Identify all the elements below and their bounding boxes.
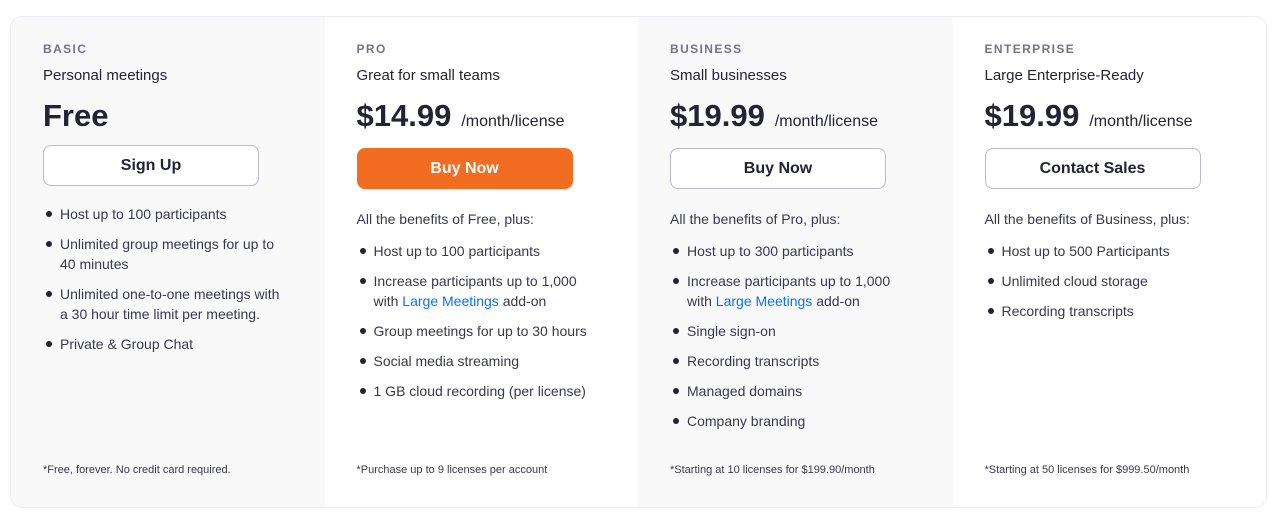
feature-list: Host up to 500 Participants Unlimited cl… bbox=[985, 241, 1235, 321]
bullet-icon bbox=[46, 241, 52, 247]
feature-item: Host up to 500 Participants bbox=[985, 241, 1225, 261]
price-row: $14.99 /month/license bbox=[357, 94, 607, 138]
buy-now-button[interactable]: Buy Now bbox=[670, 148, 886, 189]
feature-item: Increase participants up to 1,000 with L… bbox=[357, 271, 597, 311]
plan-tier-label: BUSINESS bbox=[670, 42, 743, 56]
feature-item: Unlimited cloud storage bbox=[985, 271, 1225, 291]
plan-price: $19.99 bbox=[984, 98, 1080, 133]
plan-subtitle: Great for small teams bbox=[356, 67, 500, 84]
bullet-icon bbox=[673, 358, 679, 364]
plan-subtitle: Small businesses bbox=[670, 67, 787, 84]
price-period: /month/license bbox=[1089, 113, 1193, 130]
feature-item: Single sign-on bbox=[670, 321, 910, 341]
bullet-icon bbox=[673, 418, 679, 424]
bullet-icon bbox=[46, 291, 52, 297]
buy-now-button[interactable]: Buy Now bbox=[356, 148, 573, 189]
plan-price: $19.99 bbox=[670, 98, 765, 133]
bullet-icon bbox=[359, 358, 366, 364]
feature-item: Host up to 100 participants bbox=[357, 241, 597, 261]
plan-intro: All the benefits of Free, plus: bbox=[356, 211, 534, 227]
feature-list: Host up to 100 participants Increase par… bbox=[357, 241, 607, 401]
feature-item: Private & Group Chat bbox=[43, 334, 283, 354]
feature-item: Recording transcripts bbox=[670, 351, 910, 371]
feature-item: Managed domains bbox=[670, 381, 910, 401]
bullet-icon bbox=[673, 388, 679, 394]
feature-list: Host up to 300 participants Increase par… bbox=[670, 241, 921, 431]
bullet-icon bbox=[359, 248, 366, 254]
sign-up-button[interactable]: Sign Up bbox=[43, 145, 259, 186]
plan-tier-label: ENTERPRISE bbox=[984, 42, 1076, 56]
plan-price: Free bbox=[43, 98, 109, 133]
plan-footnote: *Starting at 10 licenses for $199.90/mon… bbox=[670, 464, 875, 476]
bullet-icon bbox=[987, 278, 994, 284]
plan-footnote: *Free, forever. No credit card required. bbox=[43, 464, 231, 476]
plan-subtitle: Large Enterprise-Ready bbox=[984, 67, 1144, 84]
feature-item: 1 GB cloud recording (per license) bbox=[357, 381, 597, 401]
bullet-icon bbox=[359, 388, 366, 394]
bullet-icon bbox=[987, 308, 994, 314]
plan-intro: All the benefits of Pro, plus: bbox=[670, 211, 841, 227]
price-period: /month/license bbox=[461, 113, 565, 130]
plan-price: $14.99 bbox=[356, 98, 452, 133]
feature-item: Company branding bbox=[670, 411, 910, 431]
bullet-icon bbox=[673, 328, 679, 334]
price-row: $19.99 /month/license bbox=[985, 94, 1235, 138]
bullet-icon bbox=[359, 328, 366, 334]
feature-item: Recording transcripts bbox=[985, 301, 1225, 321]
price-row: Free bbox=[43, 94, 293, 138]
bullet-icon bbox=[673, 248, 679, 254]
bullet-icon bbox=[46, 341, 52, 347]
feature-item: Increase participants up to 1,000 with L… bbox=[670, 271, 910, 311]
pricing-table: BASIC Personal meetings Free Sign Up Hos… bbox=[10, 16, 1267, 508]
feature-item: Social media streaming bbox=[357, 351, 597, 371]
contact-sales-button[interactable]: Contact Sales bbox=[984, 148, 1201, 189]
bullet-icon bbox=[359, 278, 366, 284]
plan-footnote: *Purchase up to 9 licenses per account bbox=[356, 464, 548, 476]
bullet-icon bbox=[673, 278, 679, 284]
price-row: $19.99 /month/license bbox=[670, 94, 921, 138]
feature-item: Group meetings for up to 30 hours bbox=[357, 321, 597, 341]
large-meetings-link[interactable]: Large Meetings bbox=[716, 293, 813, 309]
bullet-icon bbox=[46, 211, 52, 217]
feature-item: Unlimited one-to-one meetings with a 30 … bbox=[43, 284, 283, 324]
plan-basic: BASIC Personal meetings Free Sign Up Hos… bbox=[11, 17, 325, 507]
plan-tier-label: PRO bbox=[356, 42, 387, 56]
feature-list: Host up to 100 participants Unlimited gr… bbox=[43, 204, 293, 354]
plan-intro: All the benefits of Business, plus: bbox=[984, 211, 1190, 227]
feature-item: Host up to 100 participants bbox=[43, 204, 283, 224]
feature-item: Unlimited group meetings for up to 40 mi… bbox=[43, 234, 283, 274]
plan-tier-label: BASIC bbox=[43, 42, 88, 56]
feature-item: Host up to 300 participants bbox=[670, 241, 910, 261]
plan-footnote: *Starting at 50 licenses for $999.50/mon… bbox=[984, 464, 1190, 476]
plan-enterprise: ENTERPRISE Large Enterprise-Ready $19.99… bbox=[952, 17, 1266, 507]
large-meetings-link[interactable]: Large Meetings bbox=[402, 293, 499, 309]
bullet-icon bbox=[987, 248, 994, 254]
plan-business: BUSINESS Small businesses $19.99 /month/… bbox=[638, 17, 953, 507]
plan-pro: PRO Great for small teams $14.99 /month/… bbox=[324, 17, 638, 507]
price-period: /month/license bbox=[774, 113, 878, 130]
plan-subtitle: Personal meetings bbox=[43, 67, 168, 84]
